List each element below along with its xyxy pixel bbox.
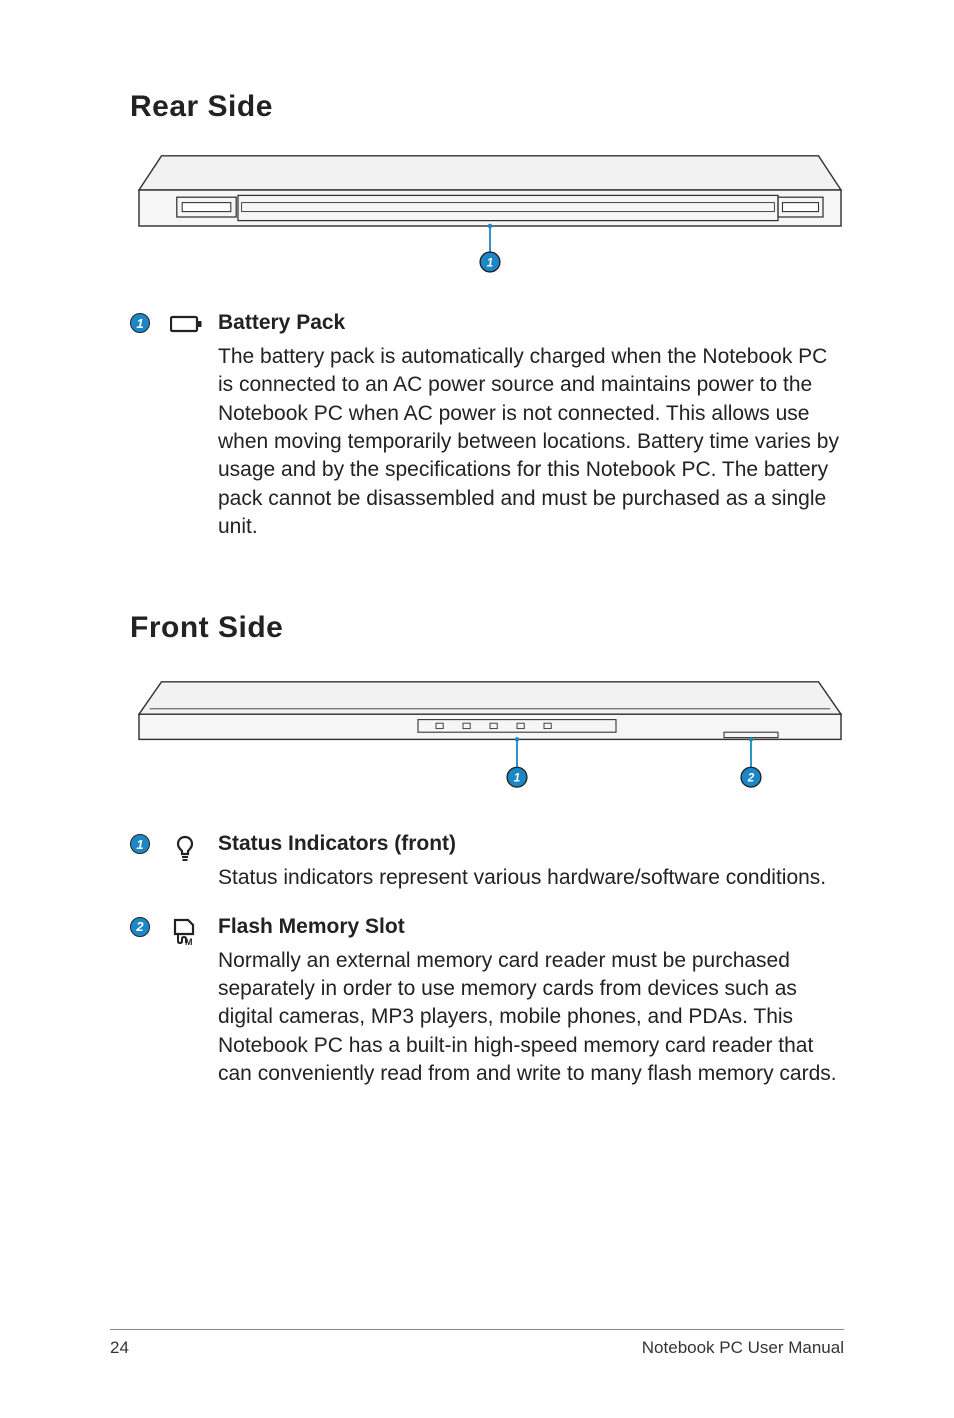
battery-pack-body: The battery pack is automatically charge… xyxy=(218,343,844,541)
status-indicators-body: Status indicators represent various hard… xyxy=(218,864,844,892)
front-item-2: 2 M Flash Memory Slot Normally an extern… xyxy=(130,915,844,1089)
svg-text:2: 2 xyxy=(747,772,755,785)
callout-1: 1 xyxy=(130,311,170,541)
number-badge-1: 1 xyxy=(130,313,150,333)
rear-side-heading: Rear Side xyxy=(130,90,844,124)
page-number: 24 xyxy=(110,1338,129,1358)
svg-text:1: 1 xyxy=(487,257,494,270)
flash-memory-title: Flash Memory Slot xyxy=(218,915,844,939)
rear-side-diagram: 1 xyxy=(130,154,773,289)
manual-title: Notebook PC User Manual xyxy=(642,1338,844,1358)
laptop-rear-svg: 1 xyxy=(130,154,850,285)
flash-memory-slot-icon: M xyxy=(170,915,218,1089)
page-footer: 24 Notebook PC User Manual xyxy=(110,1329,844,1358)
front-side-heading: Front Side xyxy=(130,611,844,645)
front-side-diagram: 1 2 xyxy=(130,680,773,811)
status-indicators-title: Status Indicators (front) xyxy=(218,832,844,856)
svg-text:M: M xyxy=(185,937,193,947)
laptop-front-svg: 1 2 xyxy=(130,680,850,806)
battery-pack-icon xyxy=(170,311,218,541)
rear-item-1: 1 Battery Pack The battery pack is autom… xyxy=(130,311,844,541)
front-item-1: 1 Status Indicators (front) Status indic… xyxy=(130,832,844,892)
status-indicators-icon xyxy=(170,832,218,892)
battery-pack-title: Battery Pack xyxy=(218,311,844,335)
callout-1b: 1 xyxy=(130,832,170,892)
number-badge-1b: 1 xyxy=(130,834,150,854)
flash-memory-body: Normally an external memory card reader … xyxy=(218,947,844,1089)
callout-2: 2 xyxy=(130,915,170,1089)
number-badge-2: 2 xyxy=(130,917,150,937)
svg-text:1: 1 xyxy=(514,772,521,785)
page-content: Rear Side 1 1 xyxy=(0,0,954,1128)
